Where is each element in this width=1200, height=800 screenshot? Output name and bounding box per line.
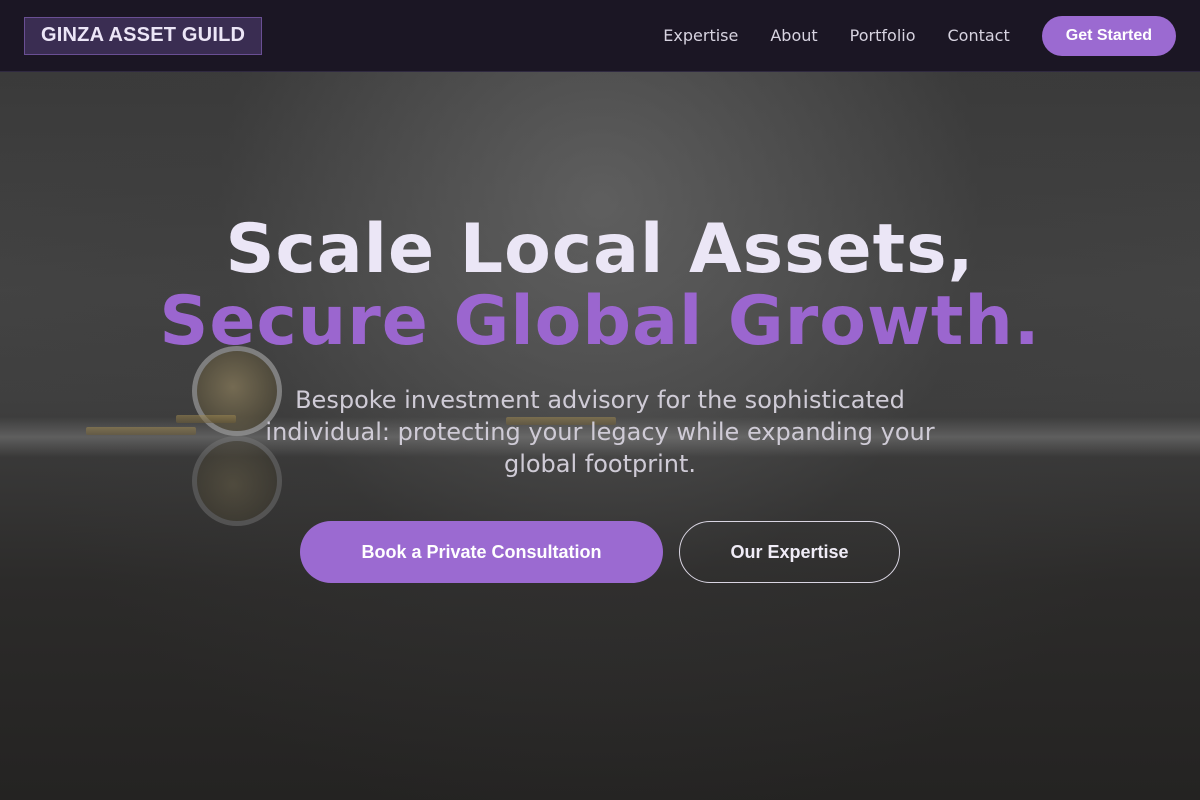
nav-link-expertise[interactable]: Expertise (663, 26, 738, 45)
book-consultation-button[interactable]: Book a Private Consultation (300, 521, 663, 583)
nav-link-portfolio[interactable]: Portfolio (850, 26, 916, 45)
coin-stack-image (86, 427, 196, 435)
coin-stack-image (176, 415, 236, 423)
brand-logo[interactable]: GINZA ASSET GUILD (24, 16, 263, 55)
hero-subtitle: Bespoke investment advisory for the soph… (265, 386, 935, 478)
site-header: GINZA ASSET GUILD Expertise About Portfo… (0, 0, 1200, 72)
nav-link-contact[interactable]: Contact (948, 26, 1010, 45)
get-started-button[interactable]: Get Started (1041, 15, 1176, 56)
hero-headline: Scale Local Assets, (225, 210, 975, 289)
our-expertise-button[interactable]: Our Expertise (679, 521, 900, 583)
main-nav: Expertise About Portfolio Contact Get St… (663, 15, 1176, 56)
hero-section: Scale Local Assets, Secure Global Growth… (0, 72, 1200, 800)
nav-link-about[interactable]: About (770, 26, 817, 45)
hero-headline-accent: Secure Global Growth. (159, 282, 1041, 361)
